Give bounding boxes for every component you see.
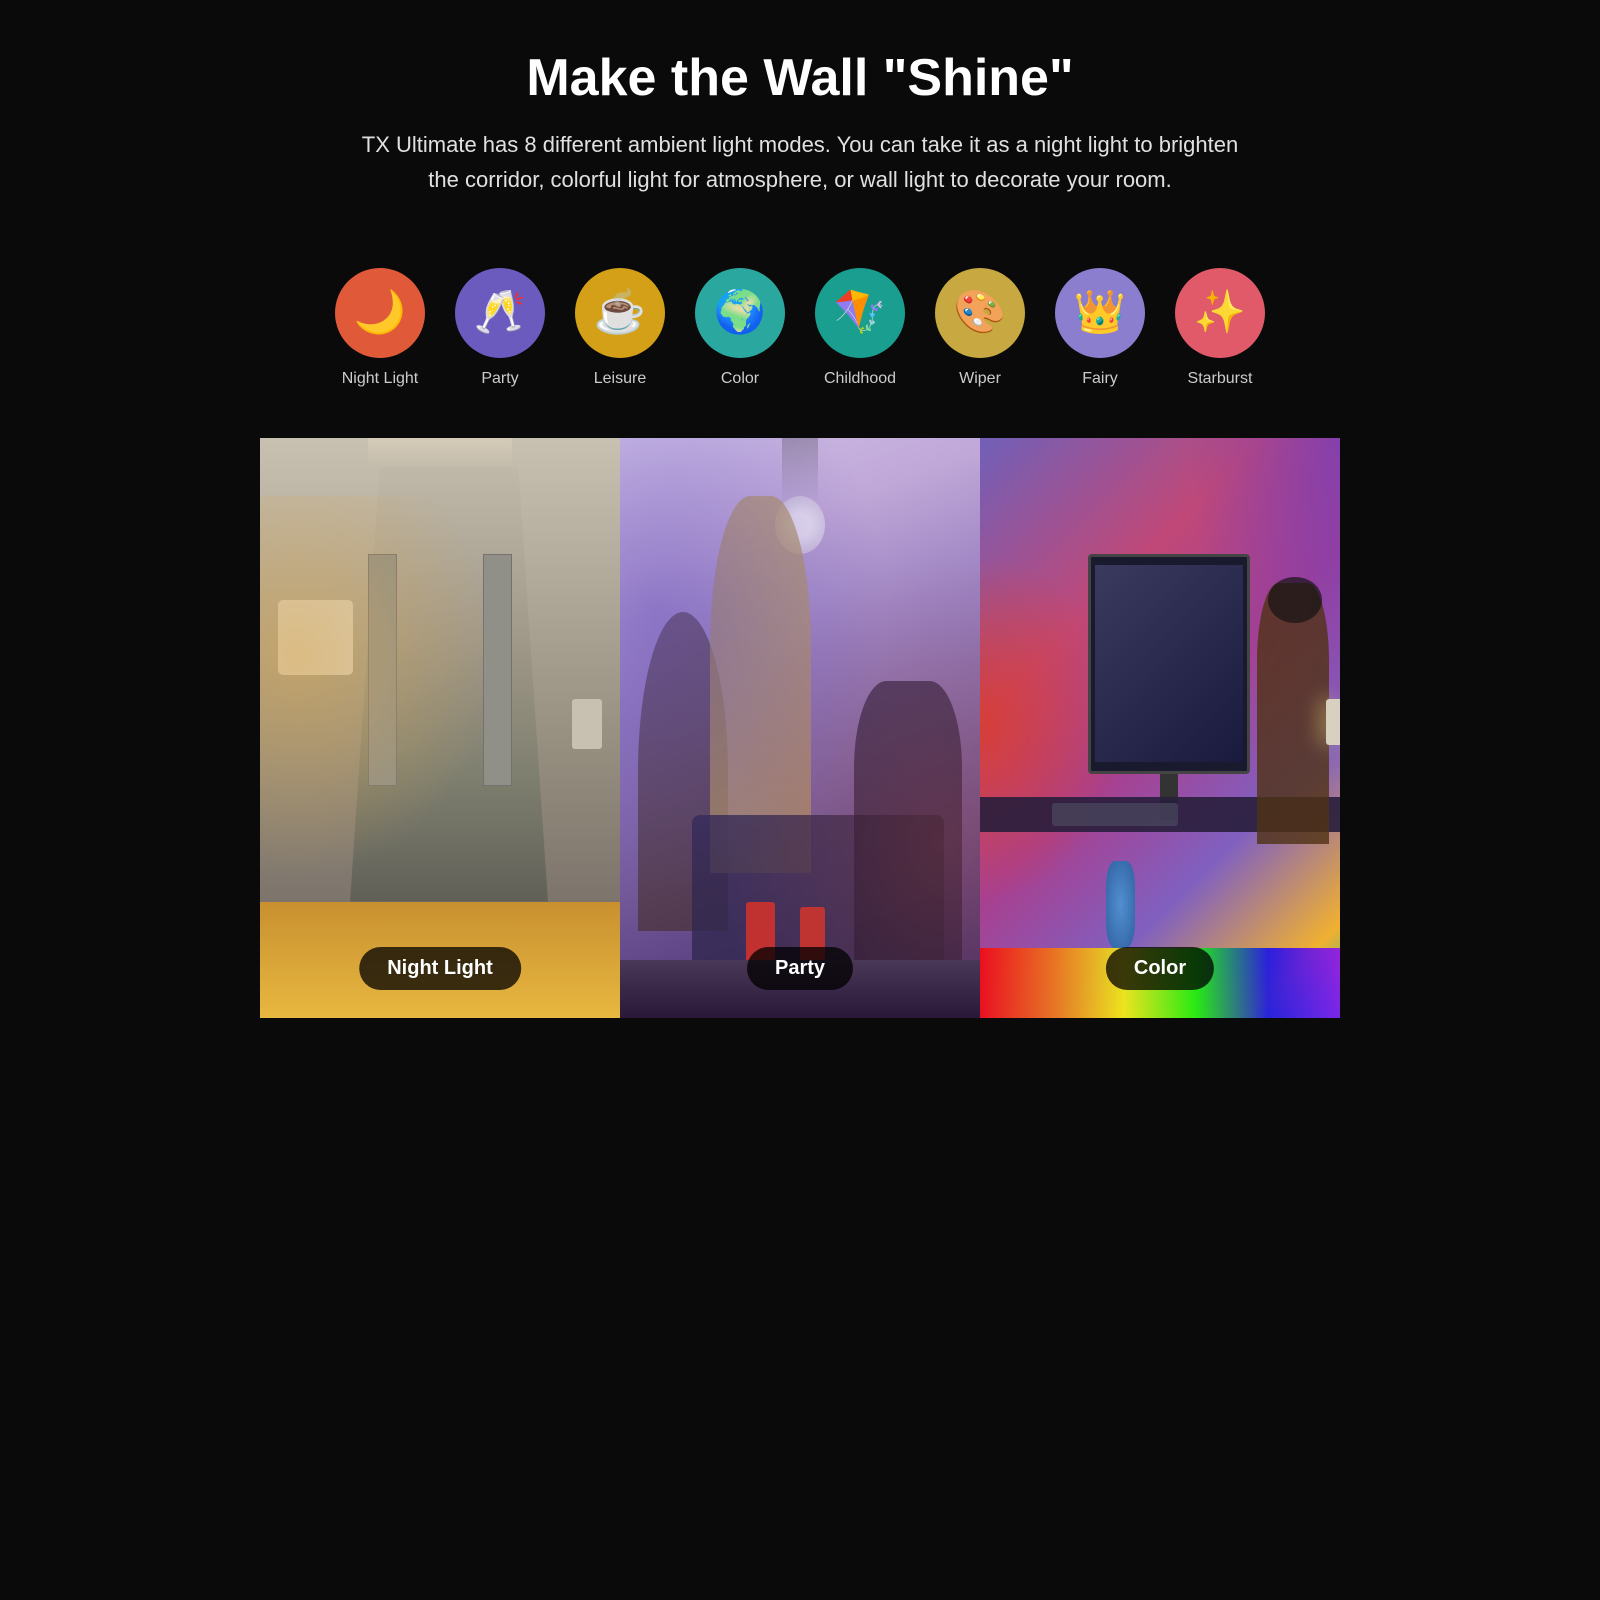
leisure-icon: ☕ xyxy=(575,268,665,358)
fairy-label: Fairy xyxy=(1082,370,1118,388)
mode-item-color[interactable]: 🌍 Color xyxy=(690,268,790,388)
night-light-label: Night Light xyxy=(342,370,419,388)
starburst-icon: ✨ xyxy=(1175,268,1265,358)
color-icon: 🌍 xyxy=(695,268,785,358)
party-scene xyxy=(620,438,980,1018)
mode-item-wiper[interactable]: 🎨 Wiper xyxy=(930,268,1030,388)
night-light-scene xyxy=(260,438,620,1018)
mode-item-childhood[interactable]: 🪁 Childhood xyxy=(810,268,910,388)
color-label: Color xyxy=(721,370,759,388)
wiper-icon: 🎨 xyxy=(935,268,1025,358)
childhood-icon: 🪁 xyxy=(815,268,905,358)
night-light-icon: 🌙 xyxy=(335,268,425,358)
party-label: Party xyxy=(481,370,518,388)
color-scene xyxy=(980,438,1340,1018)
photos-section: Night Light Party xyxy=(260,438,1340,1018)
mode-item-fairy[interactable]: 👑 Fairy xyxy=(1050,268,1150,388)
page-subtitle: TX Ultimate has 8 different ambient ligh… xyxy=(360,127,1240,197)
color-badge: Color xyxy=(1106,947,1214,990)
night-light-badge: Night Light xyxy=(359,947,521,990)
page-title: Make the Wall "Shine" xyxy=(320,50,1280,107)
photo-panel-party: Party xyxy=(620,438,980,1018)
mode-item-starburst[interactable]: ✨ Starburst xyxy=(1170,268,1270,388)
mode-item-party[interactable]: 🥂 Party xyxy=(450,268,550,388)
photo-panel-color: Color xyxy=(980,438,1340,1018)
leisure-label: Leisure xyxy=(594,370,646,388)
photo-panel-night-light: Night Light xyxy=(260,438,620,1018)
childhood-label: Childhood xyxy=(824,370,896,388)
header-section: Make the Wall "Shine" TX Ultimate has 8 … xyxy=(260,0,1340,228)
wiper-label: Wiper xyxy=(959,370,1001,388)
starburst-label: Starburst xyxy=(1188,370,1253,388)
fairy-icon: 👑 xyxy=(1055,268,1145,358)
party-badge: Party xyxy=(747,947,853,990)
party-icon: 🥂 xyxy=(455,268,545,358)
modes-section: 🌙 Night Light 🥂 Party ☕ Leisure 🌍 Color 🪁 Childho… xyxy=(260,228,1340,438)
mode-item-leisure[interactable]: ☕ Leisure xyxy=(570,268,670,388)
mode-item-night-light[interactable]: 🌙 Night Light xyxy=(330,268,430,388)
